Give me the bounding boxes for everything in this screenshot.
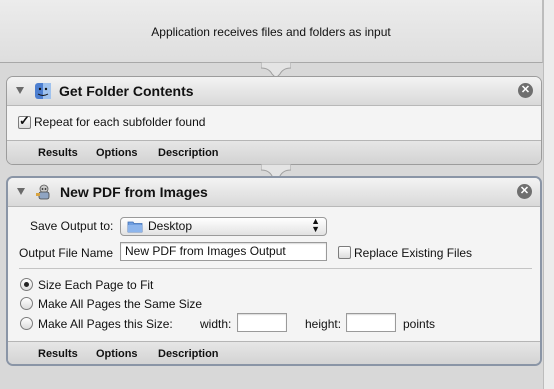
description-tab[interactable]: Description — [158, 147, 219, 159]
options-tab[interactable]: Options — [96, 147, 138, 159]
disclosure-triangle-icon[interactable] — [17, 188, 25, 195]
action-get-folder-contents[interactable]: Get Folder Contents ✕ Repeat for each su… — [6, 76, 542, 165]
output-file-name-field[interactable]: New PDF from Images Output — [120, 242, 327, 261]
action-new-pdf-from-images[interactable]: New PDF from Images ✕ Save Output to: De… — [6, 176, 542, 366]
options-divider — [19, 268, 532, 269]
folder-icon — [127, 221, 143, 233]
action-title-bar[interactable]: Get Folder Contents ✕ — [7, 77, 541, 106]
results-tab[interactable]: Results — [38, 348, 78, 360]
description-tab[interactable]: Description — [158, 348, 219, 360]
size-each-page-label: Size Each Page to Fit — [38, 278, 154, 292]
same-size-radio[interactable] — [20, 297, 33, 310]
popup-arrows-icon: ▲ ▼ — [311, 216, 320, 234]
options-tab[interactable]: Options — [96, 348, 138, 360]
save-output-popup[interactable]: Desktop ▲ ▼ — [120, 217, 327, 236]
size-each-page-radio[interactable] — [20, 278, 33, 291]
action-title: New PDF from Images — [60, 184, 208, 200]
replace-existing-label: Replace Existing Files — [354, 246, 473, 260]
save-output-value: Desktop — [148, 219, 193, 233]
this-size-label: Make All Pages this Size: — [38, 317, 173, 331]
output-file-name-label: Output File Name — [19, 246, 114, 260]
disclosure-triangle-icon[interactable] — [16, 87, 24, 94]
action-footer: Results Options Description — [8, 341, 540, 364]
action-title: Get Folder Contents — [59, 83, 194, 99]
right-scroll-strip — [543, 0, 554, 389]
close-icon[interactable]: ✕ — [518, 83, 533, 98]
replace-existing-checkbox[interactable] — [338, 246, 351, 259]
finder-icon — [35, 83, 51, 99]
units-label: points — [403, 317, 436, 331]
height-label: height: — [305, 317, 342, 331]
automator-robot-icon — [36, 184, 50, 200]
action-options-panel: Repeat for each subfolder found — [7, 106, 541, 140]
height-field[interactable] — [346, 313, 396, 332]
results-tab[interactable]: Results — [38, 147, 78, 159]
same-size-label: Make All Pages the Same Size — [38, 297, 203, 311]
save-output-label: Save Output to: — [30, 219, 114, 233]
workflow-input-text: Application receives files and folders a… — [151, 25, 391, 39]
repeat-subfolder-label: Repeat for each subfolder found — [34, 115, 206, 129]
workflow-input-header: Application receives files and folders a… — [0, 0, 543, 63]
action-options-panel: Save Output to: Desktop ▲ ▼ Output File N… — [8, 207, 540, 341]
action-title-bar[interactable]: New PDF from Images ✕ — [8, 178, 540, 207]
width-label: width: — [200, 317, 232, 331]
action-footer: Results Options Description — [7, 140, 541, 164]
this-size-radio[interactable] — [20, 317, 33, 330]
width-field[interactable] — [237, 313, 287, 332]
close-icon[interactable]: ✕ — [517, 184, 532, 199]
repeat-subfolder-checkbox[interactable] — [18, 113, 31, 129]
